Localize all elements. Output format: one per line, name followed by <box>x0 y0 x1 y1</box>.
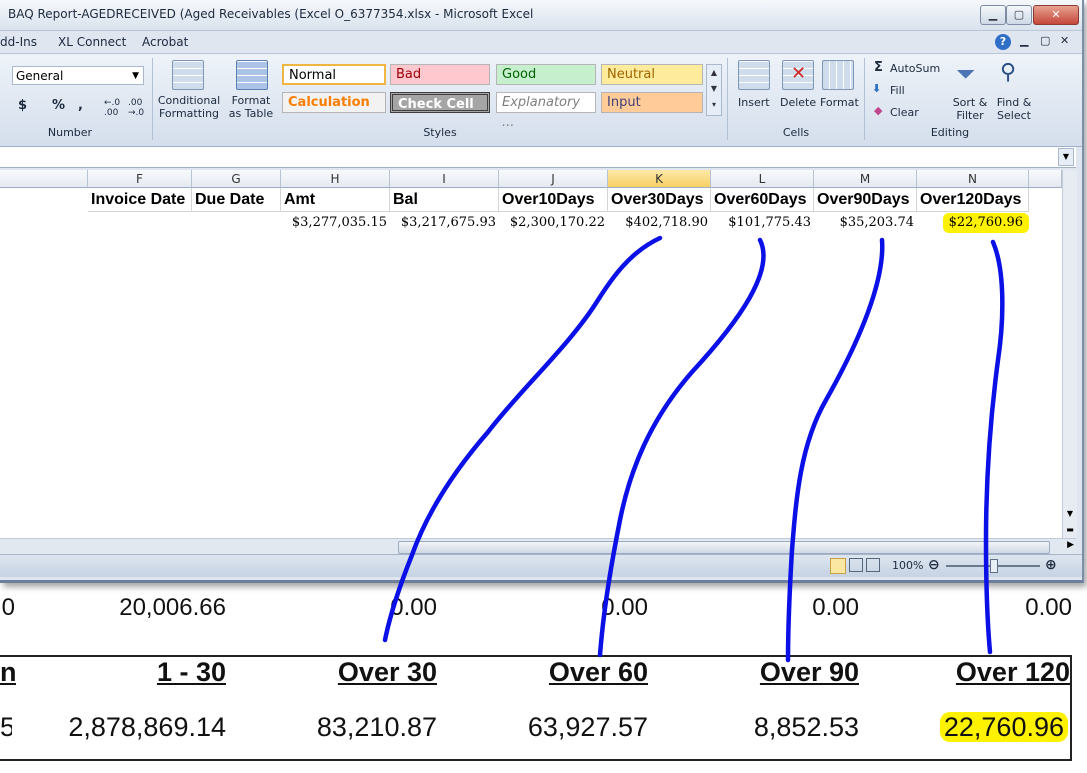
ink-annotations <box>382 235 1005 663</box>
ink-stroke-over30 <box>382 235 663 643</box>
ink-stroke-over120 <box>983 239 1005 655</box>
ink-stroke-over90 <box>785 237 885 663</box>
ink-stroke-over60 <box>597 237 766 658</box>
